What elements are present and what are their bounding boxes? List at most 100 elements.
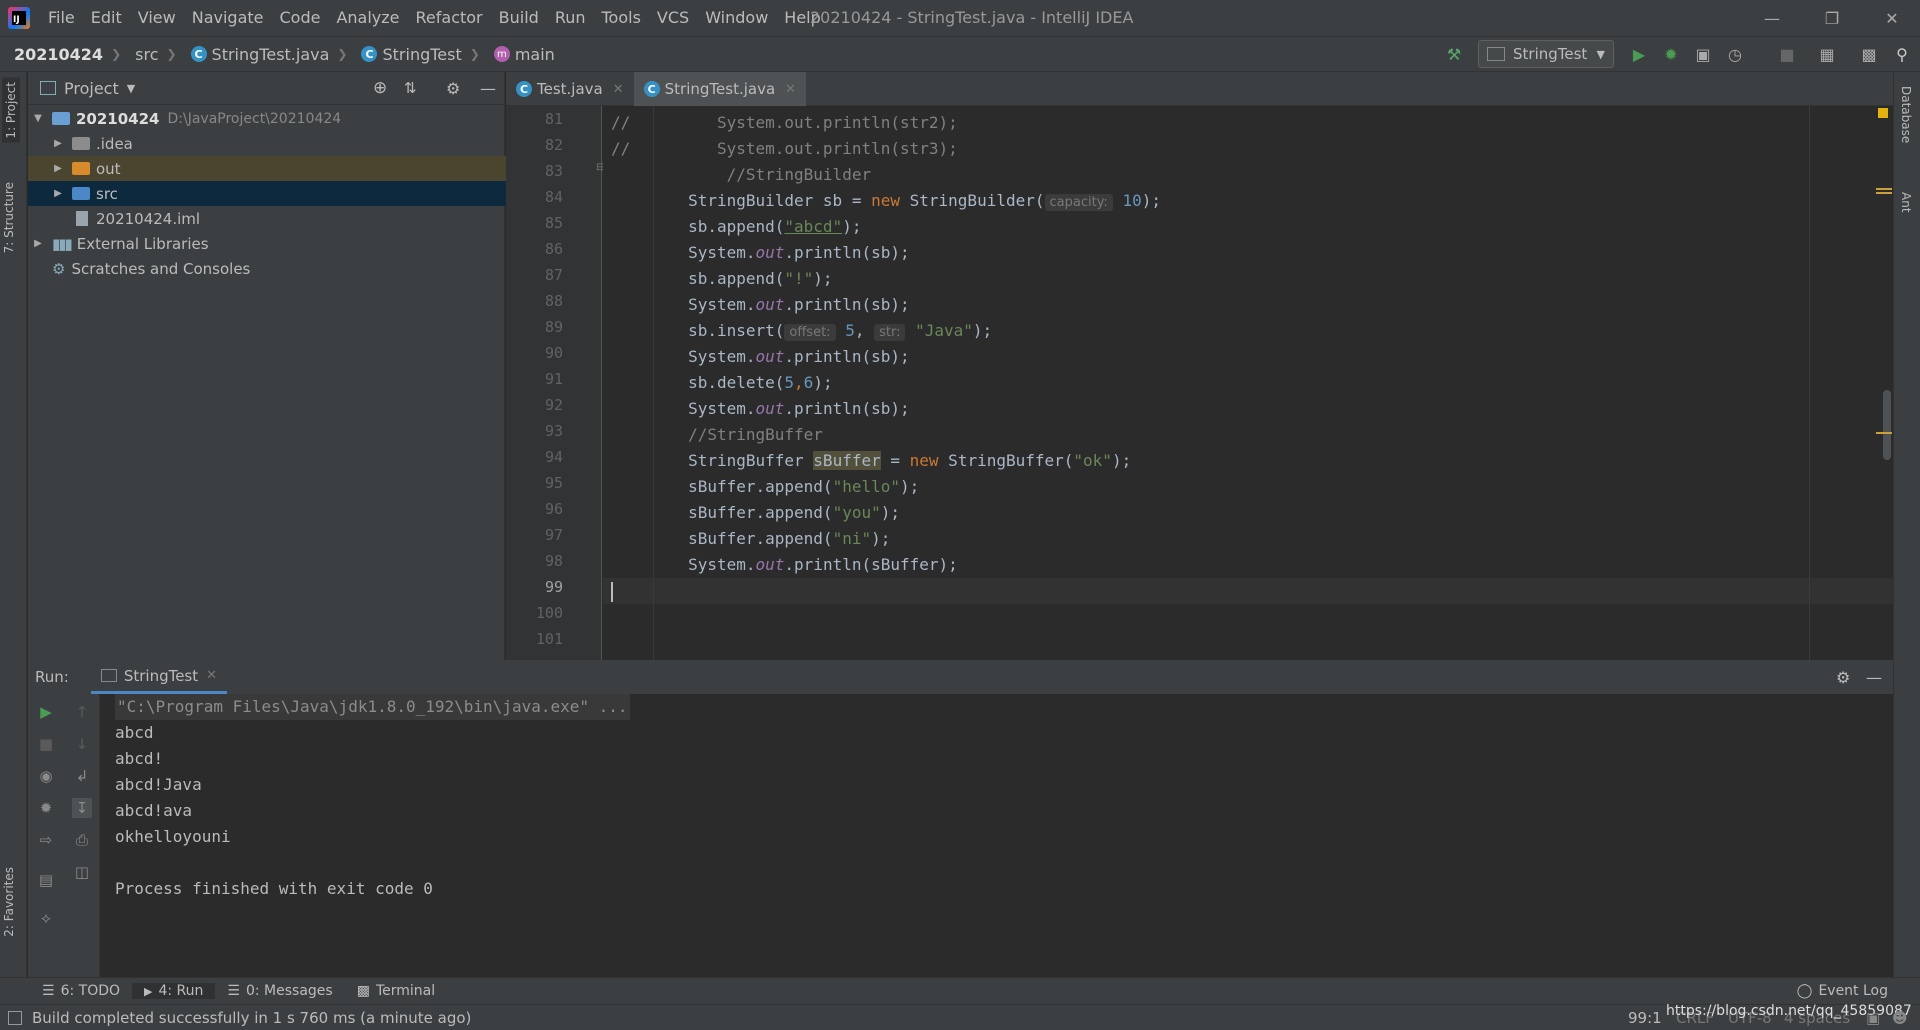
usage-stripe-mark[interactable] xyxy=(1876,432,1892,434)
window-title: 20210424 - StringTest.java - IntelliJ ID… xyxy=(810,8,1134,27)
inspector-icon[interactable]: ☻ xyxy=(1892,1009,1908,1027)
project-structure-icon[interactable]: ▦ xyxy=(1813,40,1841,68)
tree-item-iml[interactable]: 20210424.iml xyxy=(28,206,553,231)
line-number: 89 xyxy=(544,318,563,336)
debug-settings-icon[interactable]: ✹ xyxy=(36,798,56,818)
pin-icon[interactable]: ⟡ xyxy=(36,908,56,928)
expanded-arrow-icon[interactable]: ▼ xyxy=(32,113,44,124)
menu-navigate[interactable]: Navigate xyxy=(184,0,272,36)
tab-run-stringtest[interactable]: StringTest ✕ xyxy=(90,660,228,694)
trash-icon[interactable]: ◫ xyxy=(72,862,92,882)
collapsed-arrow-icon[interactable]: ▶ xyxy=(52,188,64,199)
current-line-highlight xyxy=(603,578,1893,604)
tree-item-root[interactable]: ▼ 20210424 D:\JavaProject\20210424 xyxy=(28,106,509,131)
locate-icon[interactable]: ⊕ xyxy=(373,78,387,98)
gear-icon[interactable]: ⚙ xyxy=(446,79,460,98)
code-line-81: // System.out.println(str2); xyxy=(611,113,958,132)
tab-project-tool[interactable]: 1: Project xyxy=(2,78,20,143)
close-icon[interactable]: ✕ xyxy=(613,82,624,97)
minimize-button[interactable]: — xyxy=(1747,0,1797,36)
collapsed-arrow-icon[interactable]: ▶ xyxy=(32,238,44,249)
menu-analyze[interactable]: Analyze xyxy=(328,0,407,36)
tree-item-scratches[interactable]: ⚙ Scratches and Consoles xyxy=(28,256,529,281)
menu-refactor[interactable]: Refactor xyxy=(408,0,491,36)
hide-icon[interactable]: — xyxy=(1866,668,1882,687)
menu-window[interactable]: Window xyxy=(697,0,776,36)
menu-vcs[interactable]: VCS xyxy=(649,0,697,36)
gear-icon[interactable]: ⚙ xyxy=(1836,668,1850,687)
close-icon[interactable]: ✕ xyxy=(206,668,217,683)
menu-build[interactable]: Build xyxy=(491,0,547,36)
stop-icon[interactable]: ■ xyxy=(36,734,56,754)
build-hammer-icon[interactable]: ⚒ xyxy=(1440,40,1468,68)
tab-ant-tool[interactable]: Ant xyxy=(1899,192,1913,213)
list-icon: ☰ xyxy=(42,983,55,999)
rerun-icon[interactable]: ▶ xyxy=(36,702,56,722)
tab-messages[interactable]: ☰ 0: Messages xyxy=(215,983,344,999)
soft-wrap-icon[interactable]: ↲ xyxy=(72,766,92,786)
restore-button[interactable]: ❐ xyxy=(1807,0,1857,36)
error-stripe-mark[interactable] xyxy=(1876,188,1892,190)
coverage-icon[interactable]: ▣ xyxy=(1689,40,1717,68)
menu-tools[interactable]: Tools xyxy=(594,0,649,36)
stop-icon[interactable]: ■ xyxy=(1773,40,1801,68)
editor-scrollbar-thumb[interactable] xyxy=(1883,390,1891,460)
lock-icon[interactable]: ▣ xyxy=(1866,1009,1880,1027)
event-log-button[interactable]: ◯ Event Log xyxy=(1785,983,1900,999)
tab-favorites-tool[interactable]: 2: Favorites xyxy=(2,867,16,937)
tree-item-idea[interactable]: ▶ .idea xyxy=(28,131,529,156)
camera-icon[interactable]: ◉ xyxy=(36,766,56,786)
profile-icon[interactable]: ◷ xyxy=(1721,40,1749,68)
up-arrow-icon[interactable]: ↑ xyxy=(72,702,92,722)
run-icon[interactable]: ▶ xyxy=(1625,40,1653,68)
line-number: 100 xyxy=(535,604,563,622)
class-icon: C xyxy=(516,81,532,97)
tab-test-java[interactable]: C Test.java ✕ xyxy=(506,72,634,106)
menu-run[interactable]: Run xyxy=(547,0,594,36)
run-icon: ▶ xyxy=(144,984,153,998)
debug-icon[interactable]: ✹ xyxy=(1657,40,1685,68)
tab-stringtest-java[interactable]: C StringTest.java ✕ xyxy=(633,72,807,109)
tree-item-out[interactable]: ▶ out xyxy=(28,156,529,181)
hide-icon[interactable]: — xyxy=(480,79,496,98)
status-message[interactable]: Build completed successfully in 1 s 760 … xyxy=(32,1009,471,1027)
run-configuration-select[interactable]: StringTest ▼ xyxy=(1478,40,1614,68)
tab-run[interactable]: ▶ 4: Run xyxy=(132,983,216,999)
close-icon[interactable]: ✕ xyxy=(785,82,796,97)
menu-view[interactable]: View xyxy=(130,0,184,36)
layout-icon[interactable]: ▤ xyxy=(36,870,56,890)
collapsed-arrow-icon[interactable]: ▶ xyxy=(52,163,64,174)
line-number: 92 xyxy=(544,396,563,414)
exit-icon[interactable]: ⇨ xyxy=(36,830,56,850)
warning-marker-icon[interactable] xyxy=(1878,108,1888,118)
breadcrumb-project[interactable]: 20210424 ❯ xyxy=(0,45,121,64)
breadcrumb-method[interactable]: m main xyxy=(480,45,555,64)
search-icon[interactable]: ⚲ xyxy=(1888,40,1916,68)
line-number: 86 xyxy=(544,240,563,258)
breadcrumb-file[interactable]: C StringTest.java ❯ xyxy=(177,45,347,64)
tab-structure-tool[interactable]: 7: Structure xyxy=(2,182,16,253)
breadcrumb-class[interactable]: C StringTest ❯ xyxy=(347,45,480,64)
project-panel-title[interactable]: Project xyxy=(64,79,119,98)
breadcrumb-src[interactable]: src ❯ xyxy=(121,45,176,64)
tab-database-tool[interactable]: Database xyxy=(1899,86,1913,143)
scroll-to-end-icon[interactable]: ↧ xyxy=(72,798,92,818)
tab-terminal[interactable]: ▩ Terminal xyxy=(345,983,447,999)
menu-code[interactable]: Code xyxy=(272,0,329,36)
print-icon[interactable]: ⎙ xyxy=(72,830,92,850)
tree-item-external-libraries[interactable]: ▶ ▮▮▮ External Libraries xyxy=(28,231,509,256)
menu-edit[interactable]: Edit xyxy=(83,0,130,36)
close-button[interactable]: ✕ xyxy=(1867,0,1917,36)
tab-todo[interactable]: ☰ 6: TODO xyxy=(30,983,132,999)
chevron-down-icon[interactable]: ▼ xyxy=(127,82,135,95)
layout-icon[interactable]: ▩ xyxy=(1855,40,1883,68)
code-editor[interactable]: // System.out.println(str2); // System.o… xyxy=(603,106,1893,660)
collapsed-arrow-icon[interactable]: ▶ xyxy=(52,138,64,149)
collapse-all-icon[interactable]: ⇅ xyxy=(404,79,417,97)
caret-position[interactable]: 99:1 xyxy=(1628,1009,1662,1027)
tree-item-src[interactable]: ▶ src xyxy=(28,181,529,206)
down-arrow-icon[interactable]: ↓ xyxy=(72,734,92,754)
toggle-tool-windows-icon[interactable] xyxy=(8,1010,22,1025)
class-icon: C xyxy=(190,46,207,62)
menu-file[interactable]: File xyxy=(40,0,83,36)
